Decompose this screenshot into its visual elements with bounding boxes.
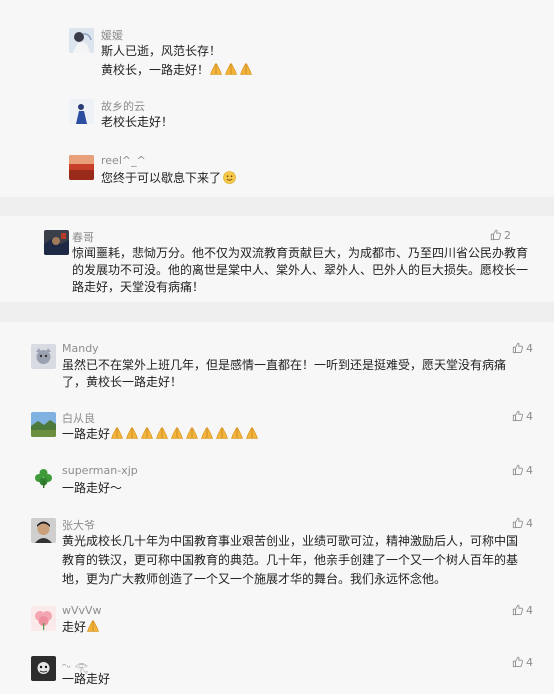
comment-text: 教育的铁汉，更可称中国教育的典范。几十年，他亲手创建了一个又一个树人百年的基: [62, 553, 519, 567]
avatar[interactable]: [31, 412, 56, 437]
avatar[interactable]: [69, 155, 94, 180]
commenter-name[interactable]: wVvVw: [62, 604, 102, 617]
comment-line: 黄校长，一路走好！: [101, 63, 210, 77]
commenter-name[interactable]: Mandy: [62, 342, 99, 355]
avatar[interactable]: [31, 656, 56, 681]
like-count: 4: [526, 464, 533, 477]
thumbs-up-icon: [490, 229, 504, 242]
comment-text: 斯人已逝，风范长存！: [101, 42, 221, 61]
prayer-hands-icon: [86, 620, 101, 634]
comment-text: 路走好，天堂没有病痛！: [72, 280, 205, 294]
like-button[interactable]: 4: [512, 410, 533, 423]
comment-card: 春哥 2 惊闻噩耗，悲恸万分。他不仅为双流教育贡献巨大，为成都市、乃至四川省公民…: [0, 216, 554, 302]
like-button[interactable]: 4: [512, 464, 533, 477]
thumbs-up-icon: [512, 517, 526, 530]
comment-line: 您终于可以歇息下来了: [101, 171, 222, 185]
like-count: 4: [526, 517, 533, 530]
comment-text: 黄校长，一路走好！: [101, 61, 254, 80]
smile-icon: [221, 171, 236, 185]
commenter-name[interactable]: 故乡的云: [101, 98, 145, 114]
commenter-name[interactable]: 白从良: [62, 410, 95, 426]
like-count: 4: [526, 604, 533, 617]
comment-text: 老校长走好！: [101, 113, 173, 132]
like-button[interactable]: 2: [490, 229, 511, 242]
prayer-hands-icon: [110, 427, 260, 441]
like-count: 4: [526, 656, 533, 669]
avatar[interactable]: [31, 344, 56, 369]
thumbs-up-icon: [512, 604, 526, 617]
comment-line: 老校长走好！: [101, 115, 174, 129]
like-count: 4: [526, 342, 533, 355]
commenter-name[interactable]: 春哥: [72, 229, 94, 245]
thumbs-up-icon: [512, 342, 526, 355]
avatar[interactable]: [31, 606, 56, 631]
thumbs-up-icon: [512, 410, 526, 423]
thumbs-up-icon: [512, 464, 526, 477]
comment-text: 了，黄校长一路走好！: [62, 375, 183, 389]
like-button[interactable]: 4: [512, 656, 533, 669]
comment-text: 一路走好: [62, 425, 260, 444]
prayer-hands-icon: [209, 63, 254, 77]
like-count: 4: [526, 410, 533, 423]
like-button[interactable]: 4: [512, 517, 533, 530]
comment-text: 黄光成校长几十年为中国教育事业艰苦创业，业绩可歌可泣，精神激励后人，可称中国: [62, 534, 519, 548]
comment-line: 走好: [62, 620, 87, 634]
comment-text: 走好: [62, 618, 101, 637]
comment-line: 斯人已逝，风范长存！: [101, 44, 222, 58]
comment-text: 一路走好: [62, 672, 111, 686]
commenter-name[interactable]: superman-xjp: [62, 464, 138, 477]
comment-text: 地，更为广大教师创造了一个又一个施展才华的舞台。我们永远怀念他。: [62, 572, 447, 586]
commenter-name[interactable]: reel^_^: [101, 154, 146, 167]
avatar[interactable]: [44, 230, 69, 255]
previous-comment-fragment: [0, 0, 554, 7]
comment-text: 一路走好～: [62, 481, 123, 495]
thumbs-up-icon: [512, 656, 526, 669]
avatar[interactable]: [31, 465, 56, 490]
like-count: 2: [504, 229, 511, 242]
comment-text: 您终于可以歇息下来了: [101, 169, 236, 188]
avatar[interactable]: [69, 28, 94, 53]
like-button[interactable]: 4: [512, 604, 533, 617]
reply-thread-card: 媛媛 斯人已逝，风范长存！ 黄校长，一路走好！ 故乡的云 老校长走好！ reel…: [0, 7, 554, 197]
avatar[interactable]: [31, 518, 56, 543]
commenter-name[interactable]: 张大爷: [62, 517, 95, 533]
comment-list-card: Mandy 4 虽然已不在棠外上班几年，但是感情一直都在！一听到还是挺难受，愿天…: [0, 322, 554, 694]
like-button[interactable]: 4: [512, 342, 533, 355]
avatar[interactable]: [69, 99, 94, 124]
comment-line: 一路走好: [62, 427, 111, 441]
commenter-name[interactable]: 媛媛: [101, 27, 123, 43]
